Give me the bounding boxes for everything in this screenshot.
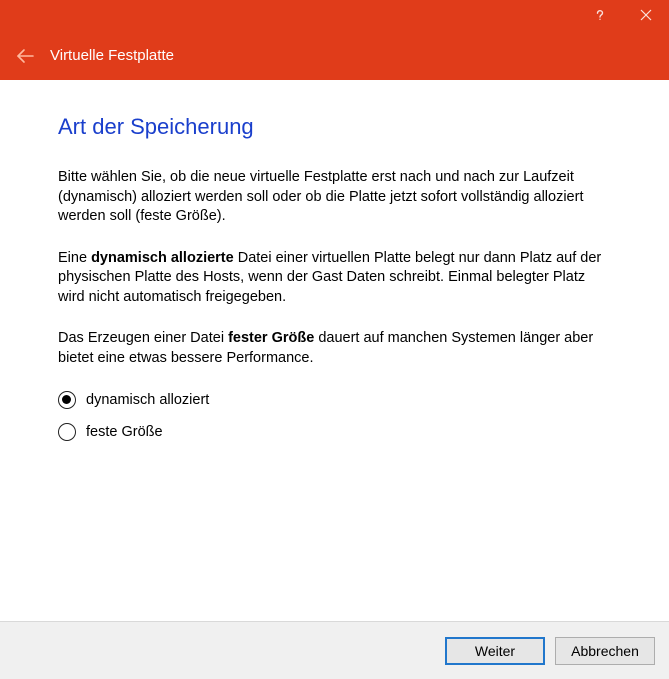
wizard-footer: Weiter Abbrechen [0,621,669,679]
text-part: Das Erzeugen einer Datei [58,330,228,346]
back-arrow-icon[interactable] [14,45,36,67]
radio-label: feste Größe [86,424,163,440]
text-part: Eine [58,250,91,266]
window-titlebar [0,0,669,30]
wizard-content: Art der Speicherung Bitte wählen Sie, ob… [0,80,669,621]
cancel-button[interactable]: Abbrechen [555,637,655,665]
radio-dynamic[interactable]: dynamisch alloziert [58,391,611,409]
storage-type-radio-group: dynamisch alloziert feste Größe [58,391,611,441]
dynamic-paragraph: Eine dynamisch allozierte Datei einer vi… [58,249,611,308]
close-icon[interactable] [623,0,669,30]
help-icon[interactable] [577,0,623,30]
text-bold: fester Größe [228,330,314,346]
wizard-header: Virtuelle Festplatte [0,30,669,80]
radio-fixed[interactable]: feste Größe [58,423,611,441]
fixed-paragraph: Das Erzeugen einer Datei fester Größe da… [58,329,611,368]
radio-indicator-icon [58,391,76,409]
intro-paragraph: Bitte wählen Sie, ob die neue virtuelle … [58,168,611,227]
page-title: Art der Speicherung [58,114,611,140]
radio-label: dynamisch alloziert [86,392,209,408]
next-button[interactable]: Weiter [445,637,545,665]
header-title: Virtuelle Festplatte [50,47,174,64]
text-bold: dynamisch allozierte [91,250,234,266]
radio-indicator-icon [58,423,76,441]
